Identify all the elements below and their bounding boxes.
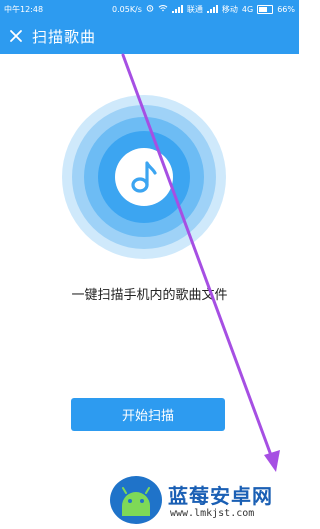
battery-percent: 66%	[277, 4, 295, 14]
scan-graphic	[62, 95, 226, 259]
battery-icon	[257, 4, 274, 14]
annotation-arrow	[121, 53, 280, 472]
wifi-icon	[158, 4, 168, 14]
network-type: 4G	[241, 4, 254, 14]
close-button[interactable]	[2, 18, 30, 54]
status-bar: 中午12:48 0.05K/s 联通 移动 4G 66%	[0, 0, 299, 18]
start-scan-button[interactable]: 开始扫描	[71, 398, 225, 431]
close-icon	[10, 30, 22, 42]
scan-description: 一键扫描手机内的歌曲文件	[71, 288, 228, 303]
app-bar: 扫描歌曲	[0, 18, 299, 54]
music-note-icon	[131, 161, 157, 193]
alarm-icon	[146, 4, 154, 14]
android-logo-icon	[110, 476, 162, 524]
page-title: 扫描歌曲	[32, 27, 97, 46]
signal-icon-1	[171, 5, 183, 13]
carrier-1: 联通	[186, 4, 203, 14]
status-icons: 0.05K/s 联通 移动 4G 66%	[112, 4, 295, 15]
watermark-title: 蓝莓安卓网	[168, 484, 273, 508]
watermark-url: www.lmkjst.com	[170, 508, 255, 519]
watermark: 蓝莓安卓网 www.lmkjst.com	[110, 474, 299, 529]
network-speed: 0.05K/s	[112, 4, 142, 14]
signal-icon-2	[206, 5, 218, 13]
status-time: 中午12:48	[4, 4, 44, 14]
carrier-2: 移动	[221, 4, 238, 14]
